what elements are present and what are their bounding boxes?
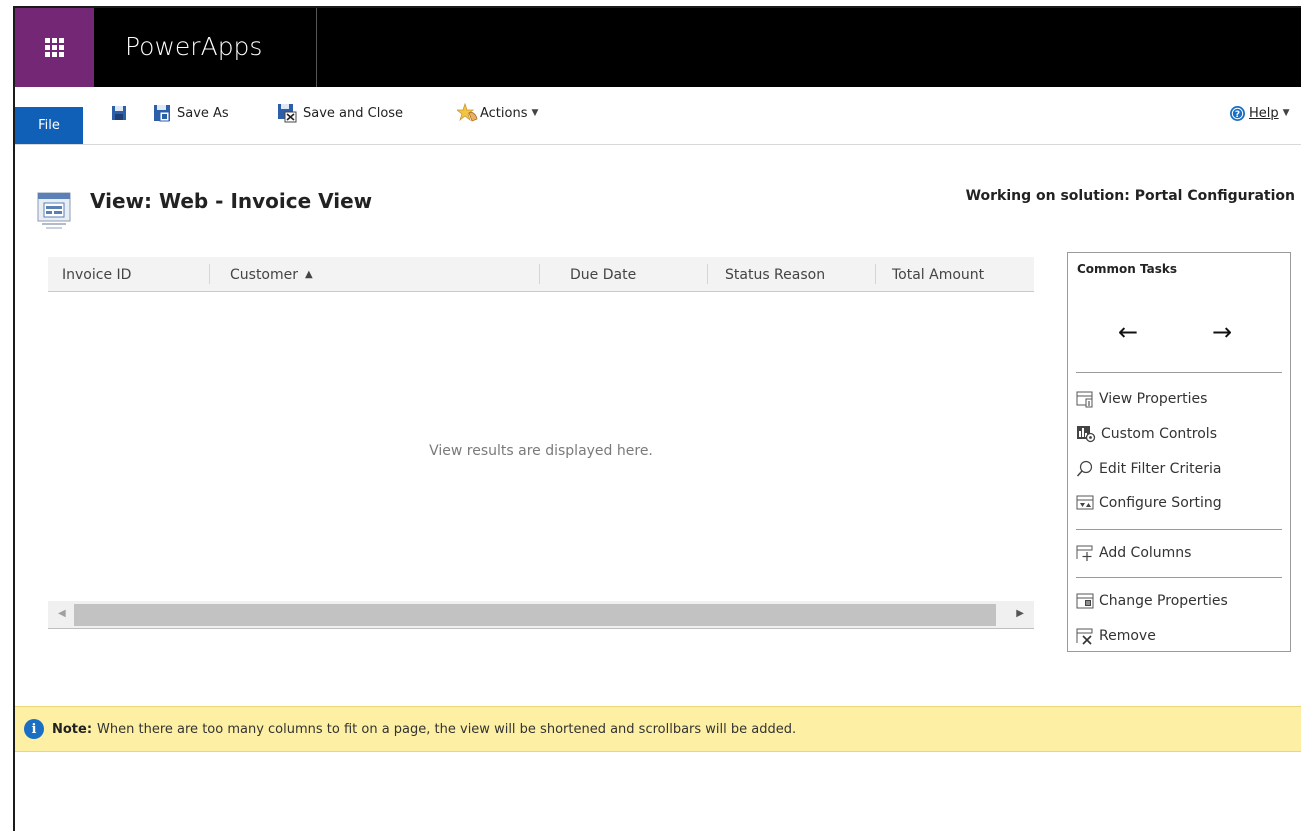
change-properties-icon bbox=[1076, 593, 1094, 609]
save-and-close-label: Save and Close bbox=[303, 105, 404, 121]
add-columns-link[interactable]: Add Columns bbox=[1076, 542, 1191, 564]
task-label: Change Properties bbox=[1099, 593, 1228, 609]
view-properties-link[interactable]: View Properties bbox=[1076, 388, 1207, 410]
save-as-label: Save As bbox=[177, 105, 229, 121]
note-label: Note: bbox=[52, 721, 93, 737]
save-and-close-icon bbox=[278, 104, 297, 123]
help-icon: ? bbox=[1230, 105, 1245, 121]
change-properties-link[interactable]: Change Properties bbox=[1076, 590, 1228, 612]
column-header-total-amount[interactable]: Total Amount bbox=[876, 257, 1034, 292]
note-text: When there are too many columns to fit o… bbox=[97, 721, 797, 737]
move-right-arrow-icon[interactable]: → bbox=[1212, 318, 1232, 346]
column-label: Invoice ID bbox=[62, 266, 132, 283]
top-navigation-bar: PowerApps bbox=[15, 8, 1301, 87]
actions-menu-button[interactable]: Actions ▼ bbox=[457, 102, 538, 124]
task-label: Configure Sorting bbox=[1099, 495, 1222, 511]
configure-sorting-link[interactable]: Configure Sorting bbox=[1076, 492, 1222, 514]
actions-icon bbox=[457, 103, 478, 122]
column-label: Total Amount bbox=[892, 266, 985, 283]
edit-filter-criteria-link[interactable]: Edit Filter Criteria bbox=[1076, 458, 1221, 480]
column-label: Due Date bbox=[570, 266, 637, 283]
file-button[interactable]: File bbox=[15, 107, 83, 144]
column-label: Status Reason bbox=[725, 266, 826, 283]
custom-controls-link[interactable]: Custom Controls bbox=[1076, 423, 1217, 445]
app-title[interactable]: PowerApps bbox=[125, 32, 262, 61]
common-tasks-title: Common Tasks bbox=[1077, 262, 1178, 276]
task-label: Edit Filter Criteria bbox=[1099, 461, 1222, 477]
scroll-left-icon[interactable]: ◀ bbox=[58, 608, 66, 619]
horizontal-scrollbar[interactable]: ◀ ▶ bbox=[48, 601, 1034, 629]
sort-ascending-icon: ▲ bbox=[305, 269, 313, 280]
move-left-arrow-icon[interactable]: ← bbox=[1118, 318, 1138, 346]
grid-placeholder-text: View results are displayed here. bbox=[429, 443, 653, 459]
command-bar: File Save As Save and Close Actions ▼ ? … bbox=[15, 87, 1301, 145]
save-as-button[interactable]: Save As bbox=[153, 102, 229, 124]
save-button[interactable] bbox=[111, 102, 127, 124]
view-properties-icon bbox=[1076, 391, 1093, 408]
divider bbox=[1076, 529, 1282, 530]
task-label: Remove bbox=[1099, 628, 1156, 644]
column-header-invoice-id[interactable]: Invoice ID bbox=[48, 257, 210, 292]
divider bbox=[1076, 577, 1282, 578]
help-label: Help bbox=[1249, 105, 1279, 121]
task-label: View Properties bbox=[1099, 391, 1208, 407]
solution-label: Working on solution: Portal Configuratio… bbox=[965, 188, 1295, 204]
chevron-down-icon: ▼ bbox=[1282, 108, 1290, 118]
help-menu-button[interactable]: ? Help ▼ bbox=[1229, 102, 1290, 124]
grid-header: Invoice ID Customer ▲ Due Date Status Re… bbox=[48, 257, 1034, 292]
waffle-icon bbox=[45, 38, 64, 57]
scroll-right-icon[interactable]: ▶ bbox=[1016, 608, 1024, 619]
remove-icon bbox=[1076, 628, 1093, 645]
info-icon: i bbox=[24, 719, 44, 739]
column-header-customer[interactable]: Customer ▲ bbox=[210, 257, 540, 292]
app-window: PowerApps File Save As Save and Close Ac… bbox=[13, 6, 1301, 831]
custom-controls-icon bbox=[1077, 426, 1096, 443]
task-label: Add Columns bbox=[1099, 545, 1192, 561]
nav-divider bbox=[316, 8, 317, 87]
view-grid-preview: Invoice ID Customer ▲ Due Date Status Re… bbox=[48, 257, 1034, 630]
view-icon bbox=[37, 191, 71, 235]
save-icon bbox=[112, 106, 126, 120]
column-label: Customer bbox=[230, 266, 299, 283]
scrollbar-thumb[interactable] bbox=[74, 604, 996, 626]
add-columns-icon bbox=[1076, 545, 1093, 561]
svg-text:?: ? bbox=[1235, 110, 1240, 120]
actions-label: Actions bbox=[480, 105, 528, 121]
note-bar: i Note: When there are too many columns … bbox=[15, 706, 1301, 752]
column-header-status-reason[interactable]: Status Reason bbox=[708, 257, 876, 292]
task-label: Custom Controls bbox=[1101, 426, 1217, 442]
chevron-down-icon: ▼ bbox=[531, 108, 539, 118]
app-launcher-button[interactable] bbox=[15, 8, 94, 87]
remove-link[interactable]: Remove bbox=[1076, 625, 1156, 647]
save-as-icon bbox=[154, 105, 170, 122]
sort-icon bbox=[1076, 495, 1094, 510]
divider bbox=[1076, 372, 1282, 373]
save-and-close-button[interactable]: Save and Close bbox=[277, 102, 403, 124]
column-header-due-date[interactable]: Due Date bbox=[540, 257, 708, 292]
common-tasks-panel: Common Tasks ← → View Properties Custom … bbox=[1067, 252, 1291, 652]
search-icon bbox=[1076, 460, 1093, 477]
page-title: View: Web - Invoice View bbox=[90, 189, 373, 213]
